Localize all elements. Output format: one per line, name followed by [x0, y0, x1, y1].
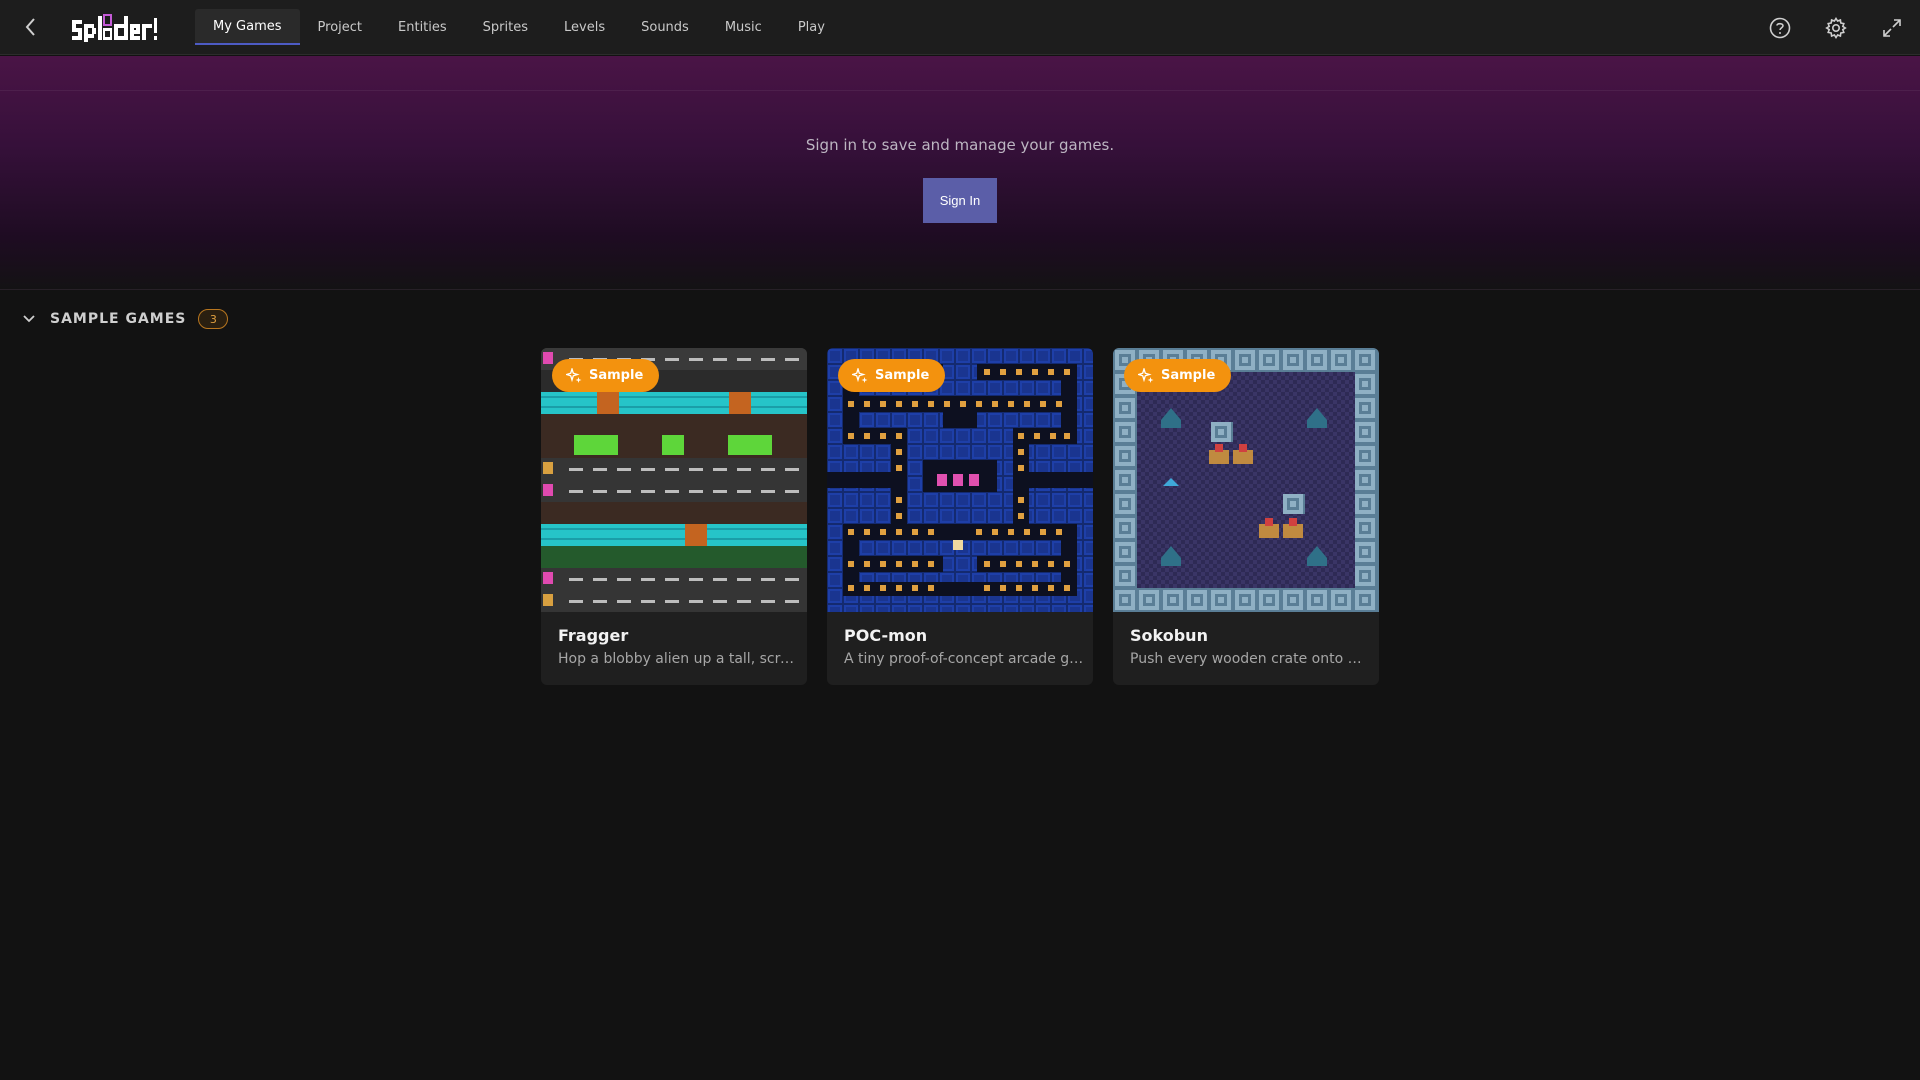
settings-button[interactable]: [1808, 0, 1864, 55]
game-description: A tiny proof-of-concept arcade ga...: [844, 651, 1084, 667]
game-title: POC-mon: [844, 626, 928, 645]
sample-badge-label: Sample: [875, 368, 930, 383]
tab-my-games[interactable]: My Games: [195, 9, 300, 45]
sample-badge-label: Sample: [589, 368, 644, 383]
tab-entities[interactable]: Entities: [380, 9, 465, 45]
help-button[interactable]: [1752, 0, 1808, 55]
tab-project[interactable]: Project: [300, 9, 380, 45]
tab-music[interactable]: Music: [707, 9, 780, 45]
sample-games-section-toggle[interactable]: SAMPLE GAMES 3: [22, 306, 229, 332]
sample-badge: Sample: [838, 359, 946, 392]
banner-divider: [0, 90, 1920, 91]
game-description: Hop a blobby alien up a tall, scrol...: [558, 651, 798, 667]
app-logo[interactable]: [70, 12, 158, 44]
tab-sounds[interactable]: Sounds: [623, 9, 707, 45]
back-button[interactable]: [18, 14, 44, 40]
toolbar-right: [1752, 0, 1920, 55]
sign-in-button[interactable]: Sign In: [923, 178, 997, 223]
sparkle-icon: [1138, 367, 1154, 383]
tab-play[interactable]: Play: [780, 9, 843, 45]
tab-sprites[interactable]: Sprites: [465, 9, 546, 45]
count-badge: 3: [198, 309, 229, 329]
top-bar: My Games Project Entities Sprites Levels…: [0, 0, 1920, 55]
game-description: Push every wooden crate onto a ...: [1130, 651, 1370, 667]
help-icon: [1769, 17, 1791, 38]
sample-badge: Sample: [552, 359, 660, 392]
game-title: Fragger: [558, 626, 629, 645]
sample-badge-label: Sample: [1161, 368, 1216, 383]
game-card-poc-mon[interactable]: Sample POC-mon A tiny proof-of-concept a…: [827, 348, 1093, 685]
fullscreen-icon: [1883, 18, 1901, 37]
fullscreen-button[interactable]: [1864, 0, 1920, 55]
sparkle-icon: [566, 367, 582, 383]
section-title: SAMPLE GAMES: [50, 311, 187, 327]
tab-levels[interactable]: Levels: [546, 9, 623, 45]
sign-in-banner: Sign in to save and manage your games. S…: [0, 56, 1920, 290]
sign-in-message: Sign in to save and manage your games.: [805, 136, 1115, 154]
main-tabs: My Games Project Entities Sprites Levels…: [195, 9, 843, 45]
game-card-sokobun[interactable]: Sample Sokobun Push every wooden crate o…: [1113, 348, 1379, 685]
gear-icon: [1825, 16, 1847, 39]
game-title: Sokobun: [1130, 626, 1208, 645]
sample-badge: Sample: [1124, 359, 1232, 392]
back-icon: [25, 18, 35, 36]
sparkle-icon: [852, 367, 868, 383]
game-card-fragger[interactable]: Sample Fragger Hop a blobby alien up a t…: [541, 348, 807, 685]
spider-logo-icon: [72, 14, 157, 42]
chevron-down-icon: [23, 315, 35, 323]
